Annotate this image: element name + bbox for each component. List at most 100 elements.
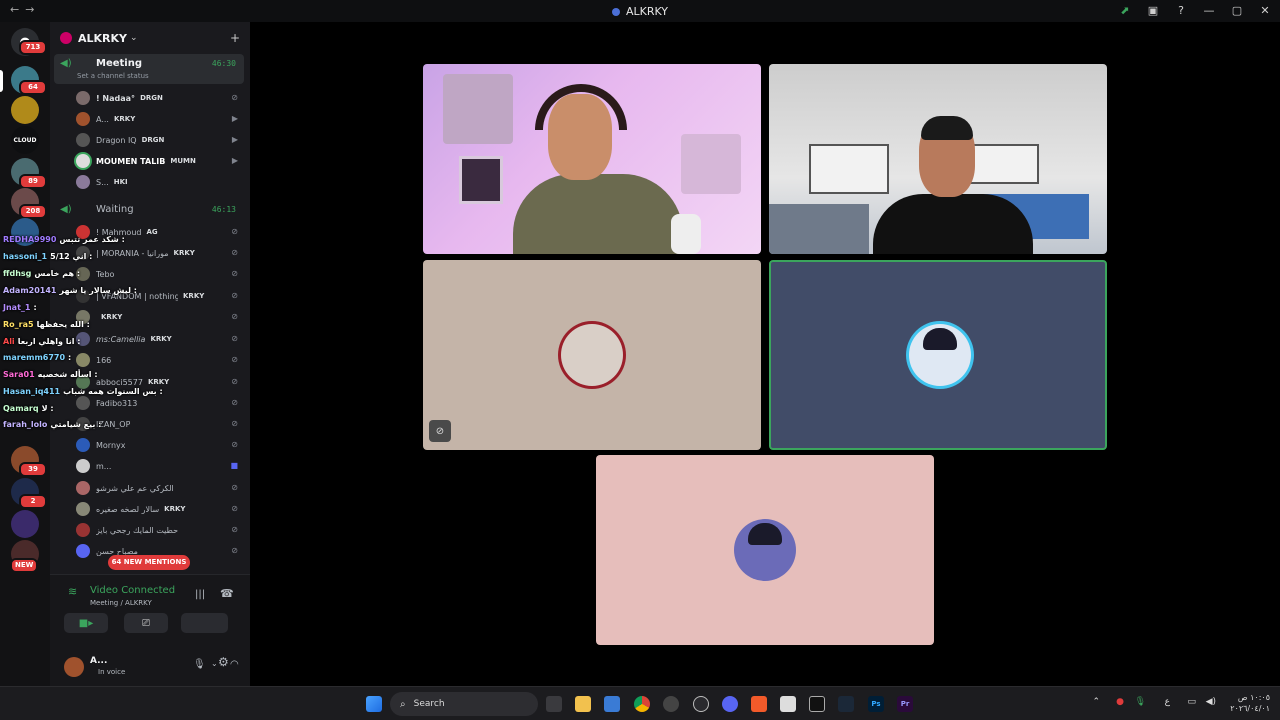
- voice-location[interactable]: Meeting / ALKRKY: [90, 599, 152, 607]
- photoshop-icon[interactable]: Ps: [868, 696, 884, 712]
- disconnect-icon[interactable]: ☎: [220, 587, 234, 600]
- member-tag: AG: [146, 228, 158, 236]
- voice-member[interactable]: MOUMEN TALIB MUMN ▶: [76, 151, 246, 171]
- app-icon[interactable]: [780, 696, 796, 712]
- member-name: ms:Camellia: [96, 334, 146, 344]
- server-badge: 39: [19, 462, 47, 477]
- chat-line: hassoni_1 اني 5/12 :: [3, 249, 92, 264]
- voice-member[interactable]: ! Nadaa° DRGN ⊘: [76, 88, 246, 108]
- voice-member[interactable]: Mornyx ⊘: [76, 435, 246, 455]
- clock-date[interactable]: ٢٠٢٦/٠٤/٠١: [1220, 704, 1270, 713]
- avatar[interactable]: [64, 657, 84, 677]
- steam-client-icon[interactable]: [838, 696, 854, 712]
- soundboard-button[interactable]: [184, 613, 228, 633]
- close-button[interactable]: ✕: [1258, 3, 1272, 17]
- avatar-hair: [923, 328, 957, 350]
- clock-time[interactable]: ١٠:٠٥ ص: [1220, 693, 1270, 702]
- member-name: Fadibo313: [96, 398, 138, 408]
- deafen-icon: ⊘: [231, 504, 238, 513]
- server-badge: 89: [19, 174, 47, 189]
- member-name: S...: [96, 177, 109, 187]
- voice-member[interactable]: Tebo ⊘: [76, 264, 246, 284]
- chat-line: Hasan_iq411 بس السنوات همه شباب :: [3, 384, 163, 399]
- voice-member[interactable]: IZAN_OP ⊘: [76, 414, 246, 434]
- task-view-icon[interactable]: [546, 696, 562, 712]
- video-tile-camera[interactable]: [769, 64, 1107, 254]
- camera-button[interactable]: ■▸: [64, 613, 108, 633]
- server-icon[interactable]: [11, 96, 39, 124]
- input-language[interactable]: ع: [1165, 697, 1170, 707]
- video-tile-avatar[interactable]: [596, 455, 934, 645]
- network-icon[interactable]: ▭: [1187, 697, 1196, 707]
- server-icon[interactable]: [11, 510, 39, 538]
- capcut-icon[interactable]: [809, 696, 825, 712]
- chat-message: بس السنوات همه شباب :: [63, 387, 163, 396]
- obs-icon[interactable]: [663, 696, 679, 712]
- voice-member[interactable]: Dragon IQ DRGN ▶: [76, 130, 246, 150]
- server-header[interactable]: ALKRKY ⌄ +: [50, 22, 250, 54]
- person-body: [513, 174, 683, 254]
- user-name[interactable]: A...: [90, 656, 107, 666]
- discord-icon[interactable]: [722, 696, 738, 712]
- member-tag: KRKY: [173, 249, 195, 257]
- chevron-down-icon[interactable]: ⌄: [211, 659, 218, 668]
- tray-mic-icon[interactable]: 🎙: [1135, 697, 1146, 707]
- tray-chevron-icon[interactable]: ⌃: [1092, 697, 1100, 707]
- screen-share-icon: ⎚: [142, 617, 150, 629]
- voice-member[interactable]: الكركي عم علي شرشو ⊘: [76, 478, 246, 498]
- deafen-icon: ⊘: [231, 334, 238, 343]
- chrome-icon[interactable]: [634, 696, 650, 712]
- new-mentions-pill[interactable]: 64 NEW MENTIONS: [108, 555, 190, 570]
- volume-icon[interactable]: ◀): [1206, 697, 1216, 707]
- member-name: Mornyx: [96, 440, 126, 450]
- windows-start-icon[interactable]: [366, 696, 382, 712]
- voice-member[interactable]: سالار لصخه صغيره KRKY ⊘: [76, 499, 246, 519]
- chat-message: الله يحفظها :: [36, 320, 90, 329]
- noise-suppression-icon[interactable]: |||: [195, 589, 205, 600]
- voice-member[interactable]: A... KRKY ▶: [76, 109, 246, 129]
- voice-member[interactable]: m... ■: [76, 456, 246, 476]
- voice-member[interactable]: S... HKI: [76, 172, 246, 192]
- member-tag: KRKY: [150, 335, 172, 343]
- voice-member[interactable]: بموكر حطيت المايك رجحي بايز ⊘: [76, 520, 246, 540]
- chat-user: farah_lolo: [3, 420, 48, 429]
- chat-user: Hasan_iq411: [3, 387, 61, 396]
- voice-member[interactable]: 166 ⊘: [76, 350, 246, 370]
- voice-member[interactable]: ms:Camellia KRKY ⊘: [76, 329, 246, 349]
- deafen-icon: ⊘: [231, 312, 238, 321]
- video-tile-avatar[interactable]: [769, 260, 1107, 450]
- chat-user: Ro_ra5: [3, 320, 34, 329]
- voice-member[interactable]: KRKY ⊘: [76, 307, 246, 327]
- member-name: ! Nadaa°: [96, 93, 136, 103]
- video-icon: ▶: [231, 114, 238, 123]
- voice-channel-meeting[interactable]: ◀) Meeting 46:30 Set a channel status: [54, 54, 244, 84]
- tray-app-icon[interactable]: ●: [1116, 697, 1124, 707]
- inbox-icon[interactable]: ▣: [1146, 3, 1160, 17]
- gear-icon[interactable]: ⚙: [218, 655, 229, 669]
- premiere-icon[interactable]: Pr: [897, 696, 913, 712]
- chat-line: REDHA9990 شكد عمر تتبس :: [3, 232, 125, 247]
- channel-status[interactable]: Set a channel status: [77, 72, 149, 80]
- member-name: سالار لصخه صغيره: [96, 504, 160, 514]
- minimize-button[interactable]: —: [1202, 3, 1216, 17]
- screen-share-button[interactable]: ⎚: [124, 613, 168, 633]
- member-tag: DRGN: [141, 136, 165, 144]
- speaker-icon: ◀): [60, 204, 72, 215]
- server-icon[interactable]: CLOUD: [11, 126, 39, 154]
- maximize-button[interactable]: ▢: [1230, 3, 1244, 17]
- help-icon[interactable]: ?: [1174, 3, 1188, 17]
- deafen-icon: ⊘: [231, 227, 238, 236]
- headphones-icon[interactable]: ◠: [230, 659, 239, 670]
- nitro-icon[interactable]: ⬈: [1118, 3, 1132, 17]
- taskbar-search[interactable]: ⌕ Search: [390, 692, 538, 716]
- video-tile-avatar[interactable]: ⊘: [423, 260, 761, 450]
- store-icon[interactable]: [604, 696, 620, 712]
- microphone-icon[interactable]: 🎙: [193, 659, 206, 670]
- brave-icon[interactable]: [751, 696, 767, 712]
- voice-status[interactable]: Video Connected: [90, 585, 175, 596]
- steam-icon[interactable]: [693, 696, 709, 712]
- invite-icon[interactable]: +: [230, 31, 240, 45]
- deafen-icon: ⊘: [231, 355, 238, 364]
- file-explorer-icon[interactable]: [575, 696, 591, 712]
- video-tile-camera[interactable]: [423, 64, 761, 254]
